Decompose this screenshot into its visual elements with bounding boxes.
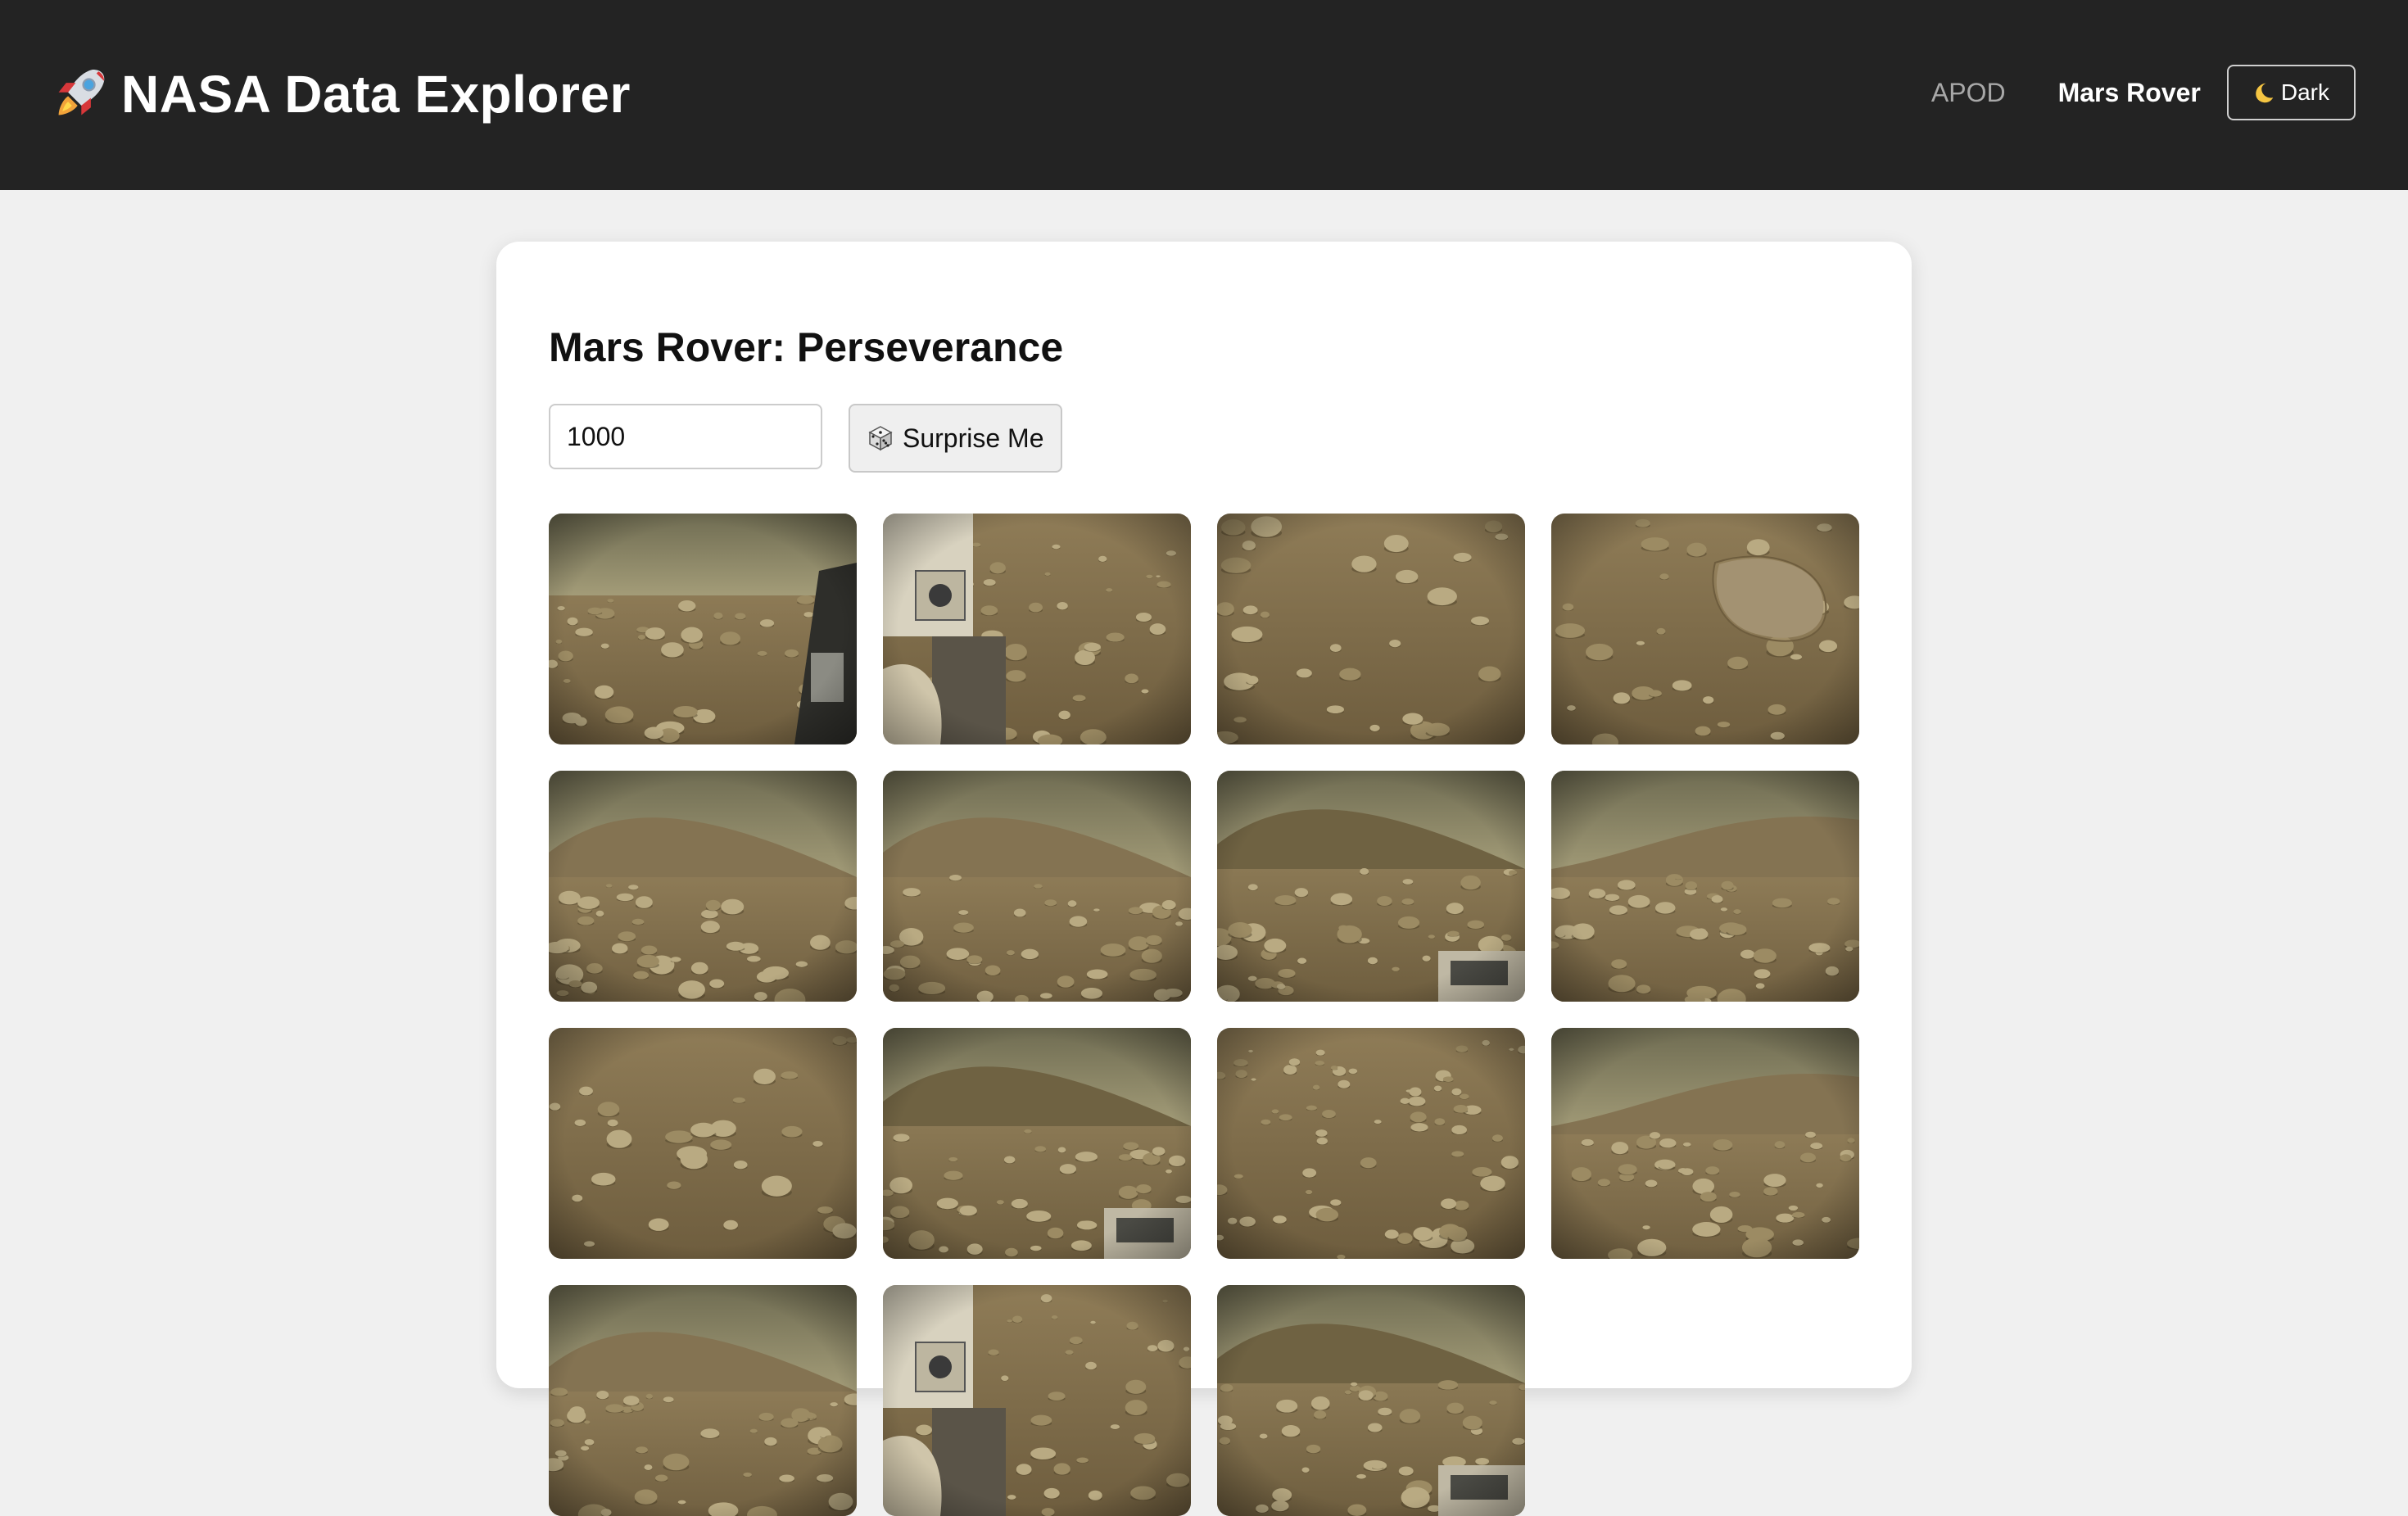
main-nav: APOD Mars Rover Dark [1931,64,2356,121]
die-icon [867,424,894,452]
nav-link-mars-rover[interactable]: Mars Rover [2058,64,2201,121]
top-navigation-bar: NASA Data Explorer APOD Mars Rover Dark [0,0,2408,190]
surprise-me-label: Surprise Me [903,423,1044,454]
rover-photo-image [1217,1028,1525,1259]
app-title: NASA Data Explorer [121,57,631,131]
rover-photo-image [883,771,1191,1002]
rover-photo-tile[interactable] [1217,1285,1525,1516]
rover-photo-image [883,514,1191,744]
theme-toggle-label: Dark [2281,79,2329,106]
rover-photo-tile[interactable] [883,1285,1191,1516]
rover-photo-image [1551,1028,1859,1259]
theme-toggle-button[interactable]: Dark [2227,65,2356,120]
rover-photo-tile[interactable] [1217,771,1525,1002]
rover-photo-tile[interactable] [883,771,1191,1002]
mars-rover-card: Mars Rover: Perseverance Surprise Me [496,242,1912,1388]
rover-photo-image [549,771,857,1002]
rover-photo-image [1217,771,1525,1002]
rover-photo-image [1217,1285,1525,1516]
rocket-icon [49,64,110,124]
nav-link-apod[interactable]: APOD [1931,64,2006,121]
rover-photo-tile[interactable] [1217,514,1525,744]
sol-input[interactable] [549,404,822,469]
rover-photo-tile[interactable] [883,1028,1191,1259]
photo-grid [549,514,1859,1516]
rover-photo-tile[interactable] [1217,1028,1525,1259]
rover-photo-image [883,1285,1191,1516]
rover-photo-image [883,1028,1191,1259]
moon-icon [2252,81,2274,104]
controls-row: Surprise Me [549,404,1062,473]
rover-photo-tile[interactable] [1551,514,1859,744]
rover-photo-image [549,1285,857,1516]
brand[interactable]: NASA Data Explorer [49,57,631,131]
rover-photo-image [1551,514,1859,744]
rover-photo-tile[interactable] [549,771,857,1002]
rover-photo-tile[interactable] [1551,771,1859,1002]
surprise-me-button[interactable]: Surprise Me [849,404,1062,473]
rover-photo-image [1217,514,1525,744]
rover-photo-tile[interactable] [549,1285,857,1516]
page-title: Mars Rover: Perseverance [549,324,1063,371]
rover-photo-tile[interactable] [549,1028,857,1259]
rover-photo-image [549,514,857,744]
rover-photo-image [549,1028,857,1259]
rover-photo-tile[interactable] [549,514,857,744]
rover-photo-tile[interactable] [1551,1028,1859,1259]
rover-photo-image [1551,771,1859,1002]
rover-photo-tile[interactable] [883,514,1191,744]
